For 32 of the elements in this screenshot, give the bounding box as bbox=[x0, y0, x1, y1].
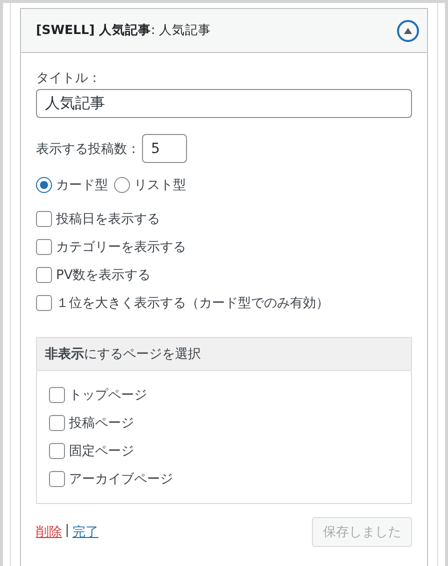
done-link[interactable]: 完了 bbox=[72, 523, 98, 541]
radio-button[interactable] bbox=[36, 177, 52, 193]
checkbox[interactable] bbox=[49, 471, 65, 487]
checkbox[interactable] bbox=[36, 267, 52, 283]
checkbox-label: トップページ bbox=[69, 387, 147, 404]
checkbox[interactable] bbox=[36, 295, 52, 311]
panel-title: 非表示にするページを選択 bbox=[37, 338, 411, 371]
field-label: 表示する投稿数： bbox=[36, 140, 140, 158]
checkbox-label: １位を大きく表示する（カード型でのみ有効） bbox=[56, 295, 329, 312]
count-field[interactable]: 5 bbox=[142, 134, 187, 163]
checkbox-label: アーカイブページ bbox=[69, 471, 173, 488]
checkbox-label: 投稿日を表示する bbox=[56, 211, 160, 228]
checkbox[interactable] bbox=[36, 211, 52, 227]
checkbox-label: 投稿ページ bbox=[69, 415, 134, 432]
checkbox-label: カテゴリーを表示する bbox=[56, 239, 186, 256]
title-field[interactable]: 人気記事 bbox=[36, 89, 412, 118]
caret-icon bbox=[404, 28, 412, 34]
widget-title: [SWELL] 人気記事: 人気記事 bbox=[36, 22, 212, 39]
radio-label: カード型 bbox=[56, 177, 108, 194]
radio-label: リスト型 bbox=[134, 177, 186, 194]
checkbox[interactable] bbox=[49, 387, 65, 403]
widget-header[interactable]: [SWELL] 人気記事: 人気記事 bbox=[21, 9, 427, 53]
checkbox-label: PV数を表示する bbox=[56, 267, 151, 284]
checkbox[interactable] bbox=[49, 443, 65, 459]
checkbox-label: 固定ページ bbox=[69, 443, 134, 460]
checkbox[interactable] bbox=[49, 415, 65, 431]
separator: | bbox=[65, 523, 70, 540]
collapse-button[interactable] bbox=[397, 20, 419, 42]
delete-link[interactable]: 削除 bbox=[36, 523, 62, 541]
checkbox[interactable] bbox=[36, 239, 52, 255]
radio-button[interactable] bbox=[114, 177, 130, 193]
field-label: タイトル： bbox=[36, 70, 102, 87]
